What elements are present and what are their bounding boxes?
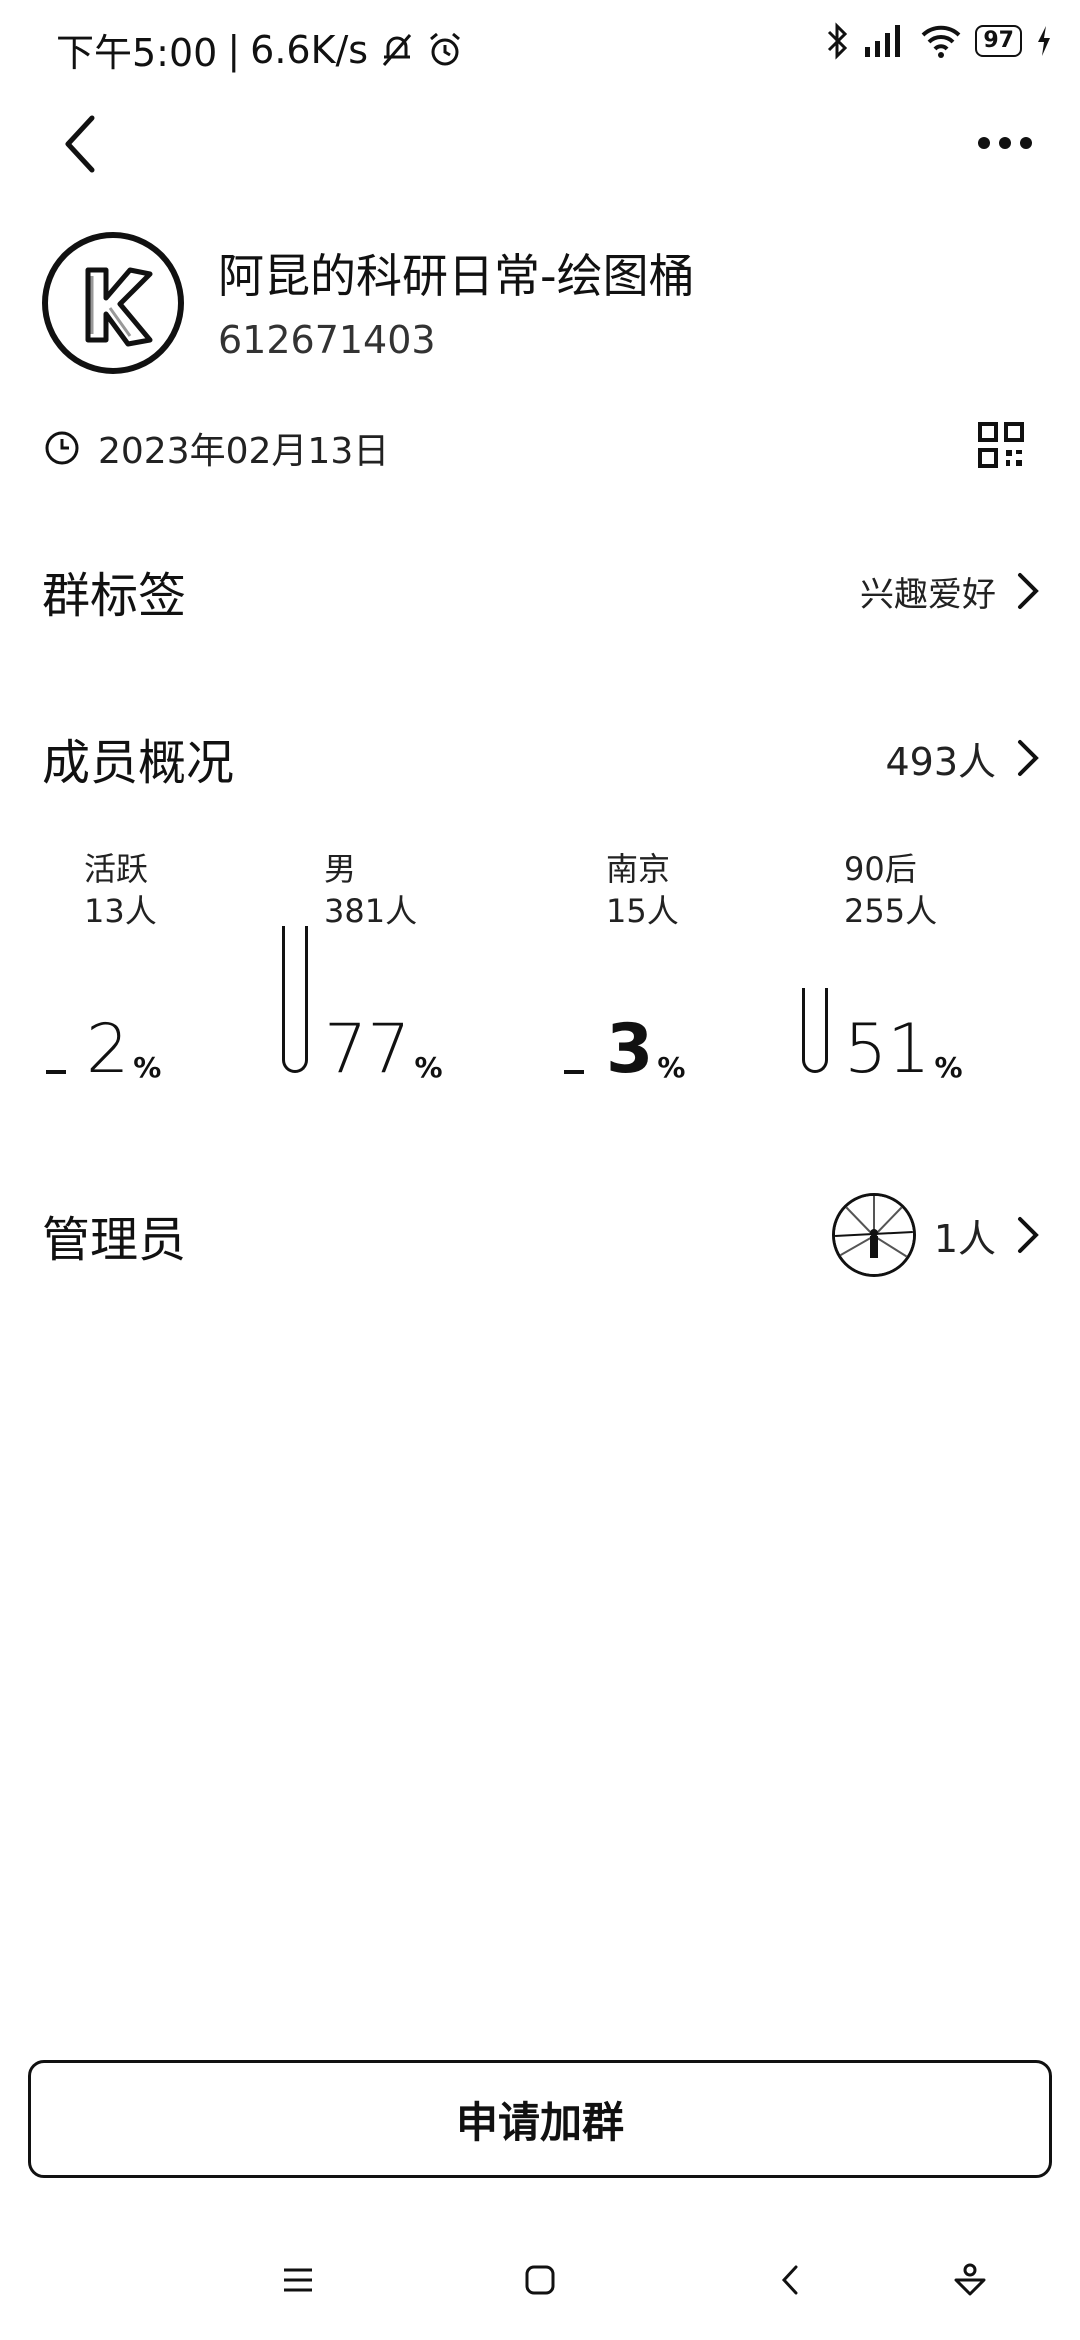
wifi-icon (921, 25, 961, 58)
admin-count: 1人 (933, 1216, 996, 1261)
stat-percent-sign: % (133, 1051, 162, 1084)
members-overview-row[interactable]: 成员概况 493人 (42, 718, 1042, 798)
stat-percent: 77 % (324, 1010, 443, 1089)
back-button[interactable] (50, 108, 110, 180)
admin-avatar (831, 1193, 916, 1277)
admins-label: 管理员 (42, 1212, 187, 1268)
group-avatar[interactable] (42, 232, 184, 374)
system-nav-bar (0, 2240, 1080, 2320)
members-overview-right: 493人 (885, 731, 1042, 786)
stat-count: 381人 (324, 892, 418, 930)
group-tags-row[interactable]: 群标签 兴趣爱好 (42, 556, 1042, 626)
stat-percent: 51 % (844, 1010, 963, 1089)
assistant-icon (954, 2263, 986, 2296)
created-date: 2023年02月13日 (98, 431, 390, 472)
group-tag-value: 兴趣爱好 (860, 574, 996, 615)
stat-label: 南京 (606, 850, 671, 888)
k-logo-icon (85, 267, 153, 347)
alarm-icon (430, 32, 461, 65)
stat-percent-value: 51 (844, 1010, 931, 1089)
menu-nav-button[interactable] (268, 2250, 328, 2310)
admin-photo-icon (834, 1196, 913, 1274)
chevron-right-icon (1018, 740, 1039, 776)
member-stat-active: 活跃 13人 2 % (42, 848, 282, 1088)
stat-percent-value: 2 (86, 1010, 130, 1089)
stat-percent-sign: % (414, 1051, 443, 1084)
join-group-button[interactable]: 申请加群 (28, 2060, 1052, 2178)
group-tags-right: 兴趣爱好 (860, 567, 1042, 616)
status-bar-left: 下午5:00 | 6.6K/s (56, 22, 464, 77)
home-nav-button[interactable] (510, 2250, 570, 2310)
stat-label: 活跃 (84, 850, 149, 888)
stat-label: 90后 (844, 850, 917, 888)
group-name: 阿昆的科研日常-绘图桶 (218, 249, 695, 303)
stat-fill-bar (802, 988, 828, 1073)
back-chevron-icon (781, 2265, 798, 2295)
chevron-right-icon (1018, 1217, 1039, 1253)
member-count: 493人 (885, 739, 996, 784)
stat-fill-bar (564, 1070, 584, 1074)
stat-label: 男 (324, 850, 357, 888)
stat-percent-sign: % (657, 1051, 686, 1084)
stat-percent: 2 % (86, 1010, 162, 1089)
admins-row[interactable]: 管理员 1人 (42, 1190, 1042, 1280)
chevron-right-icon (1018, 573, 1039, 609)
stat-percent-value: 3 (606, 1010, 654, 1089)
member-stat-age: 90后 255人 51 % (800, 848, 1060, 1088)
assistant-nav-button[interactable] (940, 2250, 1000, 2310)
signal-icon (865, 25, 901, 57)
qr-code-icon (978, 422, 1024, 468)
back-arrow-icon (65, 115, 95, 173)
status-time: 下午5:00 (56, 31, 218, 75)
stat-percent-sign: % (934, 1051, 963, 1084)
member-stat-city: 南京 15人 3 % (560, 848, 800, 1088)
stat-count: 255人 (844, 892, 938, 930)
stat-fill-bar (282, 926, 308, 1073)
group-id: 612671403 (218, 318, 436, 362)
qr-code-button[interactable] (978, 422, 1024, 468)
charging-icon (1038, 26, 1050, 56)
clock-icon (45, 431, 79, 465)
member-stat-male: 男 381人 77 % (280, 848, 540, 1088)
stat-count: 15人 (606, 892, 679, 930)
stat-percent-value: 77 (324, 1010, 411, 1089)
more-button[interactable] (970, 118, 1040, 168)
status-net-speed: 6.6K/s (250, 27, 369, 72)
created-date-row: 2023年02月13日 (44, 422, 389, 474)
back-nav-button[interactable] (760, 2250, 820, 2310)
status-divider: | (227, 27, 241, 72)
menu-icon (284, 2268, 312, 2292)
mute-bell-icon (382, 33, 412, 66)
stat-fill-bar (46, 1070, 66, 1074)
group-tags-label: 群标签 (42, 568, 187, 624)
admins-right: 1人 (831, 1193, 1042, 1277)
status-bar-right: 97 (825, 22, 1054, 60)
home-square-icon (525, 2265, 555, 2295)
battery-indicator: 97 (975, 25, 1022, 57)
stat-percent: 3 % (606, 1010, 686, 1089)
stat-count: 13人 (84, 892, 157, 930)
members-overview-label: 成员概况 (42, 735, 235, 791)
more-dots-icon (978, 137, 1032, 149)
bluetooth-icon (828, 22, 848, 60)
